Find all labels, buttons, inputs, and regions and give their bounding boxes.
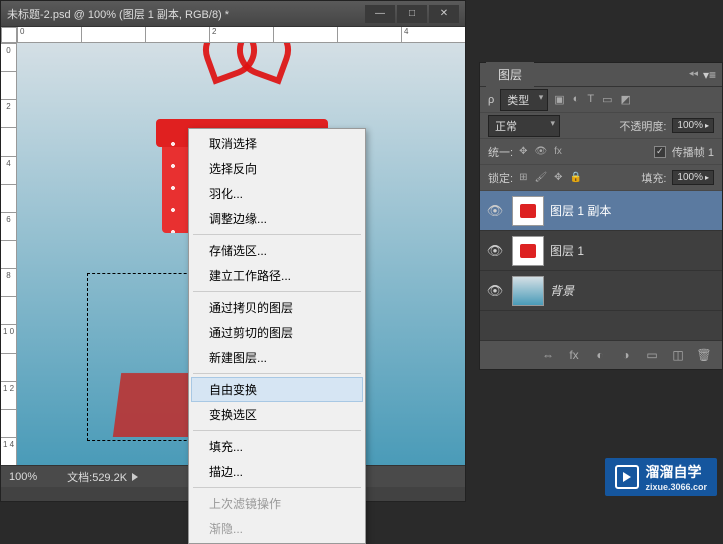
layers-tab[interactable]: 图层 (486, 62, 534, 87)
context-menu-item[interactable]: 存储选区... (191, 238, 363, 263)
lock-all-icon[interactable]: 🔒 (570, 172, 582, 183)
visibility-icon[interactable]: 👁 (484, 243, 506, 259)
doc-info[interactable]: 文档:529.2K (67, 469, 138, 485)
panel-header[interactable]: ◂◂ 图层 ▾≡ (480, 63, 722, 87)
collapse-icon[interactable]: ◂◂ (689, 68, 698, 79)
context-menu-item[interactable]: 羽化... (191, 181, 363, 206)
layer-item[interactable]: 👁 背景 (480, 271, 722, 311)
filter-shape-icon[interactable]: ▭ (602, 93, 612, 106)
context-menu-item[interactable]: 取消选择 (191, 131, 363, 156)
layer-thumbnail[interactable] (512, 276, 544, 306)
opacity-label: 不透明度: (619, 118, 666, 134)
lock-label: 锁定: (488, 170, 513, 186)
context-menu-item[interactable]: 自由变换 (191, 377, 363, 402)
fill-label: 填充: (641, 170, 666, 186)
lock-transparent-icon[interactable]: ⊞ (519, 172, 527, 183)
filter-text-icon[interactable]: T (587, 93, 594, 106)
lock-paint-icon[interactable]: 🖌 (534, 172, 547, 183)
watermark-logo: 溜溜自学 zixue.3066.cor (605, 458, 717, 496)
layer-item[interactable]: 👁 图层 1 (480, 231, 722, 271)
filter-row: ρ 类型 ▣ ◐ T ▭ ◩ (480, 87, 722, 113)
context-menu-item: 上次滤镜操作 (191, 491, 363, 516)
panel-footer: ⇔ fx ◐ ◑ ▭ ◫ 🗑 (480, 341, 722, 369)
layer-name[interactable]: 图层 1 副本 (550, 202, 611, 219)
layers-panel: ◂◂ 图层 ▾≡ ρ 类型 ▣ ◐ T ▭ ◩ 正常 不透明度: 100% 统一… (479, 62, 723, 370)
propagate-checkbox[interactable]: ✓ (654, 146, 666, 158)
filter-smart-icon[interactable]: ◩ (620, 93, 630, 106)
lock-row: 锁定: ⊞ 🖌 ✥ 🔒 填充: 100% (480, 165, 722, 191)
document-titlebar[interactable]: 未标题-2.psd @ 100% (图层 1 副本, RGB/8) * — □ … (1, 1, 465, 27)
context-menu-item[interactable]: 新建图层... (191, 345, 363, 370)
document-title: 未标题-2.psd @ 100% (图层 1 副本, RGB/8) * (7, 6, 365, 22)
layer-item[interactable]: 👁 图层 1 副本 (480, 191, 722, 231)
new-layer-icon[interactable]: ◫ (670, 348, 686, 362)
context-menu-item[interactable]: 通过剪切的图层 (191, 320, 363, 345)
blend-row: 正常 不透明度: 100% (480, 113, 722, 139)
link-layers-icon[interactable]: ⇔ (540, 348, 556, 362)
layers-list: 👁 图层 1 副本 👁 图层 1 👁 背景 (480, 191, 722, 311)
filter-adjust-icon[interactable]: ◐ (573, 93, 580, 106)
context-menu-item[interactable]: 选择反向 (191, 156, 363, 181)
context-menu-item[interactable]: 描边... (191, 459, 363, 484)
layer-thumbnail[interactable] (512, 236, 544, 266)
group-icon[interactable]: ▭ (644, 348, 660, 362)
watermark-brand: 溜溜自学 (645, 462, 707, 482)
panel-menu-icon[interactable]: ▾≡ (703, 68, 716, 82)
layer-thumbnail[interactable] (512, 196, 544, 226)
lock-position-icon[interactable]: ✥ (554, 172, 562, 183)
opacity-input[interactable]: 100% (672, 118, 714, 133)
zoom-level[interactable]: 100% (9, 471, 37, 483)
kind-select[interactable]: 类型 (500, 89, 548, 111)
ruler-corner[interactable] (1, 27, 17, 43)
unify-position-icon[interactable]: ✥ (519, 146, 527, 157)
layer-name[interactable]: 图层 1 (550, 242, 584, 259)
filter-pixel-icon[interactable]: ▣ (554, 93, 564, 106)
context-menu: 取消选择选择反向羽化...调整边缘... 存储选区...建立工作路径... 通过拷贝… (188, 128, 366, 544)
mask-icon[interactable]: ◐ (592, 348, 608, 362)
propagate-label: 传播帧 1 (672, 144, 714, 160)
unify-style-icon[interactable]: fx (554, 146, 562, 157)
layer-name[interactable]: 背景 (550, 282, 574, 299)
kind-icon: ρ (488, 94, 494, 106)
unify-label: 统一: (488, 144, 513, 160)
context-menu-item[interactable]: 调整边缘... (191, 206, 363, 231)
adjustment-icon[interactable]: ◑ (618, 348, 634, 362)
unify-row: 统一: ✥ 👁 fx ✓ 传播帧 1 (480, 139, 722, 165)
blend-mode-select[interactable]: 正常 (488, 115, 560, 137)
visibility-icon[interactable]: 👁 (484, 283, 506, 299)
fill-input[interactable]: 100% (672, 170, 714, 185)
close-button[interactable]: ✕ (429, 5, 459, 23)
delete-icon[interactable]: 🗑 (696, 348, 712, 362)
minimize-button[interactable]: — (365, 5, 395, 23)
context-menu-item[interactable]: 填充... (191, 434, 363, 459)
ruler-horizontal[interactable]: 024 (17, 27, 465, 43)
fx-icon[interactable]: fx (566, 348, 582, 362)
ruler-vertical[interactable]: 024681 01 21 4 (1, 43, 17, 465)
context-menu-item[interactable]: 通过拷贝的图层 (191, 295, 363, 320)
visibility-icon[interactable]: 👁 (484, 203, 506, 219)
context-menu-item[interactable]: 变换选区 (191, 402, 363, 427)
maximize-button[interactable]: □ (397, 5, 427, 23)
context-menu-item: 渐隐... (191, 516, 363, 541)
unify-visibility-icon[interactable]: 👁 (534, 146, 547, 157)
watermark-url: zixue.3066.cor (645, 482, 707, 492)
play-icon (615, 465, 639, 489)
context-menu-item[interactable]: 建立工作路径... (191, 263, 363, 288)
